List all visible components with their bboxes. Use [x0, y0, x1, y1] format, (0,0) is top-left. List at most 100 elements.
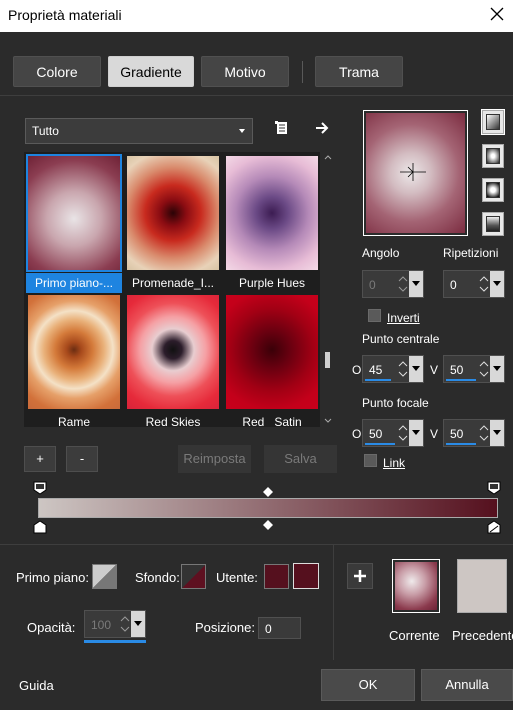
remove-gradient-button[interactable]: -	[66, 446, 98, 472]
arrow-right-icon[interactable]	[314, 120, 330, 136]
center-v-level	[446, 379, 476, 381]
reset-button[interactable]: Reimposta	[178, 445, 251, 473]
foreground-swatch[interactable]	[92, 564, 117, 589]
ok-button[interactable]: OK	[321, 669, 415, 701]
link-checkbox[interactable]	[364, 454, 377, 467]
chevron-down-icon[interactable]	[409, 420, 423, 446]
color-stop-bottom-right-icon[interactable]	[487, 520, 501, 534]
gradient-library: Primo piano-... Promenade_I... Purple Hu…	[24, 152, 320, 427]
position-field[interactable]: 0	[258, 617, 301, 639]
gradient-editor-bar[interactable]	[38, 498, 498, 518]
chevron-down-icon[interactable]	[131, 611, 145, 637]
gradient-label: Red Skies	[145, 415, 201, 427]
linear-style-button[interactable]	[481, 109, 505, 135]
background-swatch[interactable]	[181, 564, 206, 589]
invert-checkbox[interactable]	[368, 309, 381, 322]
foreground-label: Primo piano:	[16, 570, 89, 585]
tab-trama[interactable]: Trama	[315, 56, 403, 87]
previous-swatch[interactable]	[457, 559, 507, 613]
rectangular-style-button[interactable]	[482, 144, 504, 168]
crosshair-icon[interactable]	[400, 161, 426, 183]
cancel-button[interactable]: Annulla	[421, 669, 513, 701]
center-h-prefix: O	[352, 363, 362, 377]
scroll-up-icon[interactable]	[324, 154, 332, 160]
gradient-item[interactable]: Rame	[26, 293, 122, 427]
stepper-arrows-icon[interactable]	[478, 358, 490, 380]
gradient-preview	[226, 156, 318, 270]
title-bar: Proprietà materiali	[0, 0, 513, 32]
stepper-arrows-icon[interactable]	[397, 358, 409, 380]
repeats-stepper[interactable]: 0	[443, 270, 505, 298]
plus-icon	[354, 570, 366, 582]
position-value: 0	[265, 622, 272, 636]
save-button[interactable]: Salva	[264, 445, 337, 473]
tab-colore[interactable]: Colore	[13, 56, 101, 87]
focal-h-prefix: O	[352, 427, 362, 441]
stepper-arrows-icon[interactable]	[397, 273, 409, 295]
sunburst-style-button[interactable]	[482, 212, 504, 236]
color-stop-top-left-icon[interactable]	[33, 481, 47, 495]
stepper-arrows-icon[interactable]	[478, 422, 490, 444]
stepper-arrows-icon[interactable]	[397, 422, 409, 444]
focal-v-stepper[interactable]: 50	[443, 419, 505, 447]
tab-separator	[302, 61, 303, 83]
midpoint-top-icon[interactable]	[263, 487, 273, 497]
chevron-down-icon[interactable]	[490, 356, 504, 382]
chevron-down-icon[interactable]	[409, 356, 423, 382]
focal-point-label: Punto focale	[362, 396, 429, 410]
gradient-preview-large[interactable]	[363, 110, 468, 236]
center-v-stepper[interactable]: 50	[443, 355, 505, 383]
gradient-item[interactable]: Red Skies	[125, 293, 221, 427]
color-stop-bottom-left-icon[interactable]	[33, 520, 47, 534]
gradient-item[interactable]: Primo piano-...	[26, 154, 122, 293]
stepper-arrows-icon[interactable]	[119, 613, 131, 635]
radial-style-button[interactable]	[482, 178, 504, 202]
help-link[interactable]: Guida	[19, 678, 54, 693]
opacity-stepper[interactable]: 100	[84, 610, 146, 638]
repeats-label: Ripetizioni	[443, 246, 499, 260]
gradient-label: Primo piano-...	[26, 273, 122, 293]
tab-motivo[interactable]: Motivo	[201, 56, 289, 87]
category-value: Tutto	[32, 124, 59, 138]
chevron-down-icon[interactable]	[409, 271, 423, 297]
gradient-preview	[26, 154, 122, 272]
gradient-label: Red_ Satin	[242, 415, 302, 427]
chevron-down-icon[interactable]	[490, 271, 504, 297]
scroll-down-icon[interactable]	[324, 418, 332, 424]
focal-h-stepper[interactable]: 50	[362, 419, 424, 447]
angle-value: 0	[369, 278, 376, 292]
gradient-preview	[226, 295, 318, 409]
gradient-preview	[127, 156, 219, 270]
current-label: Corrente	[389, 628, 440, 643]
add-swatch-button[interactable]	[347, 563, 373, 589]
library-icon[interactable]	[274, 120, 290, 136]
color-stop-top-right-icon[interactable]	[487, 481, 501, 495]
midpoint-bottom-icon[interactable]	[263, 520, 273, 530]
invert-label: Inverti	[387, 311, 420, 325]
current-swatch[interactable]	[392, 559, 440, 613]
angle-stepper[interactable]: 0	[362, 270, 424, 298]
gradient-item[interactable]: Purple Hues	[224, 154, 320, 290]
gradient-item[interactable]: Red_ Satin	[224, 293, 320, 427]
repeats-value: 0	[450, 278, 457, 292]
close-icon[interactable]	[487, 4, 507, 24]
center-v-prefix: V	[430, 363, 439, 377]
gradient-label: Rame	[57, 415, 90, 427]
scroll-thumb[interactable]	[325, 352, 330, 368]
gradient-item[interactable]: Promenade_I...	[125, 154, 221, 290]
focal-v-level	[446, 443, 476, 445]
center-point-label: Punto centrale	[362, 332, 440, 346]
stepper-arrows-icon[interactable]	[478, 273, 490, 295]
library-scrollbar[interactable]	[322, 152, 334, 427]
add-gradient-button[interactable]: +	[24, 446, 56, 472]
center-v-value: 50	[450, 363, 464, 377]
focal-h-value: 50	[369, 427, 383, 441]
user-label: Utente:	[216, 570, 258, 585]
user-swatch-small[interactable]	[264, 564, 289, 589]
category-dropdown[interactable]: Tutto	[25, 118, 253, 144]
user-color-swatch[interactable]	[293, 563, 319, 589]
chevron-down-icon[interactable]	[490, 420, 504, 446]
gradient-label: Promenade_I...	[131, 276, 215, 290]
center-h-stepper[interactable]: 45	[362, 355, 424, 383]
tab-gradiente[interactable]: Gradiente	[108, 56, 194, 87]
